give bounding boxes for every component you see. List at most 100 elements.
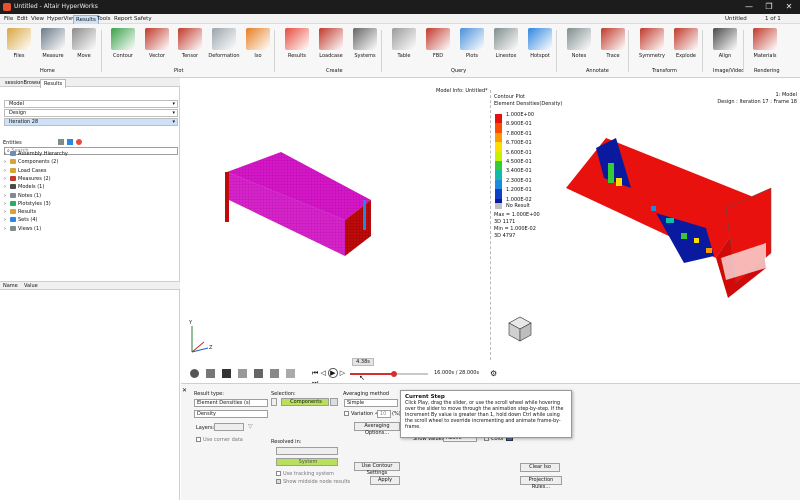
materials-icon [753,28,777,50]
tree-item[interactable]: › Views (1) [4,225,41,233]
variation-field[interactable]: 10 [377,410,391,418]
expand-arrow-icon[interactable]: › [4,226,6,232]
close-button[interactable]: ✕ [780,0,798,14]
page-counter: 1 of 1 [765,16,781,22]
tool-fbd[interactable]: FBD [421,28,455,59]
expand-arrow-icon[interactable]: › [4,168,6,174]
expand-arrow-icon[interactable]: › [4,151,6,157]
result-type-dropdown[interactable]: Element Densities (s) [194,399,268,407]
expand-arrow-icon[interactable]: › [4,217,6,223]
tree-item[interactable]: › Sets (4) [4,217,38,224]
fit-view-icon[interactable] [238,369,247,378]
menu-view[interactable]: View [29,15,46,23]
result-component-dropdown[interactable]: Density [194,410,268,418]
expand-arrow-icon[interactable]: › [4,193,6,199]
tree-item[interactable]: › Notes (1) [4,192,41,200]
tool-align[interactable]: Align [708,28,742,59]
document-selector[interactable]: Untitled [723,15,749,23]
selection-cursor-button[interactable] [330,398,338,406]
selection-mode-dropdown[interactable] [271,398,277,406]
tool-vector[interactable]: Vector [140,28,174,59]
menu-file[interactable]: File [2,15,15,23]
tool-linestox[interactable]: Linestox [489,28,523,59]
chevron-down-icon: ▾ [172,101,175,107]
play-back-icon[interactable]: ◁ [321,369,326,377]
tree-item[interactable]: › Assembly Hierarchy [4,151,68,158]
tool-table[interactable]: Table [387,28,421,59]
maximize-button[interactable]: ❐ [760,0,778,14]
entity-filter-icons[interactable] [58,139,98,146]
filter-icon[interactable] [58,139,64,145]
expand-arrow-icon[interactable]: › [4,201,6,207]
tool-materials[interactable]: Materials [748,28,782,59]
gear-icon[interactable]: ⚙ [490,369,497,378]
model-dropdown[interactable]: Model ▾ [4,100,178,108]
tree-item[interactable]: › Load Cases [4,167,46,175]
ribbon-separator [381,30,382,72]
tool-explode[interactable]: Explode [669,28,703,59]
iteration-dropdown[interactable]: Iteration 28 ▾ [4,118,178,126]
design-dropdown[interactable]: Design ▾ [4,109,178,117]
play-icon[interactable]: ▶ [328,368,338,378]
tool-tensor[interactable]: Tensor [173,28,207,59]
color-icon[interactable] [76,139,82,145]
layers-dropdown[interactable] [214,423,244,431]
step-forward-icon[interactable]: ▷ [340,369,345,377]
use-tracking-system-checkbox[interactable]: Use tracking system [276,471,334,477]
projection-rules-button[interactable]: Projection Rules... [520,476,562,490]
display-mode-icon[interactable] [286,369,295,378]
tool-iso[interactable]: Iso [241,28,275,59]
tab-results[interactable]: Results [40,79,67,88]
tool-notes[interactable]: Notes [562,28,596,59]
expand-arrow-icon[interactable]: › [4,176,6,182]
step-back-icon[interactable]: ⏮ [312,369,318,377]
tool-move[interactable]: Move [67,28,101,59]
tree-item[interactable]: › Measures (2) [4,175,51,183]
tool-deformation[interactable]: Deformation [207,28,241,59]
menu-edit[interactable]: Edit [15,15,30,23]
apply-button[interactable]: Apply [370,476,400,485]
tool-measure[interactable]: Measure [36,28,70,59]
axis-view-icon[interactable] [254,369,263,378]
box-view-icon[interactable] [206,369,215,378]
tool-files[interactable]: Files [2,28,36,59]
system-field[interactable]: System [276,458,338,466]
show-midside-checkbox[interactable]: Show midside node results [276,479,350,485]
cube-view-icon[interactable] [222,369,231,378]
view-cube[interactable] [505,313,535,343]
rotate-icon[interactable] [190,369,199,378]
tool-loadcase[interactable]: Loadcase [314,28,348,59]
variation-checkbox[interactable]: Variation < [344,411,379,417]
tool-systems[interactable]: Systems [348,28,382,59]
section-icon[interactable] [270,369,279,378]
tool-plots[interactable]: Plots [455,28,489,59]
tree-item[interactable]: › Results [4,209,36,216]
expand-arrow-icon[interactable]: › [4,209,6,215]
clear-iso-button[interactable]: Clear Iso [520,463,560,472]
tool-hotspot[interactable]: Hotspot [523,28,557,59]
expand-arrow-icon[interactable]: › [4,184,6,190]
tool-contour[interactable]: Contour [106,28,140,59]
animation-slider-fill [350,373,395,375]
filter-icon[interactable]: ▽ [248,423,253,430]
minimize-button[interactable]: — [740,0,758,14]
averaging-method-dropdown[interactable]: Simple [344,399,398,407]
close-panel-icon[interactable]: ✕ [182,387,187,394]
tree-item[interactable]: › Components (2) [4,159,58,166]
tool-symmetry[interactable]: Symmetry [635,28,669,59]
expand-arrow-icon[interactable]: › [4,159,6,165]
tool-trace[interactable]: Trace [596,28,630,59]
folder-icon [10,167,16,173]
menu-safety[interactable]: Safety [132,15,154,23]
averaging-options-button[interactable]: Averaging Options... [354,422,400,436]
use-contour-settings-button[interactable]: Use Contour Settings [354,462,400,476]
menu-tools[interactable]: Tools [95,15,113,23]
tool-results[interactable]: Results [280,28,314,59]
use-corner-data-checkbox[interactable]: Use corner data [196,437,243,443]
display-icon[interactable] [67,139,73,145]
menu-report[interactable]: Report [112,15,134,23]
resolved-in-dropdown[interactable] [276,447,338,455]
selection-components[interactable]: Components [281,398,329,406]
tree-item[interactable]: › Plotstyles (3) [4,200,51,208]
tree-item[interactable]: › Models (1) [4,184,44,191]
